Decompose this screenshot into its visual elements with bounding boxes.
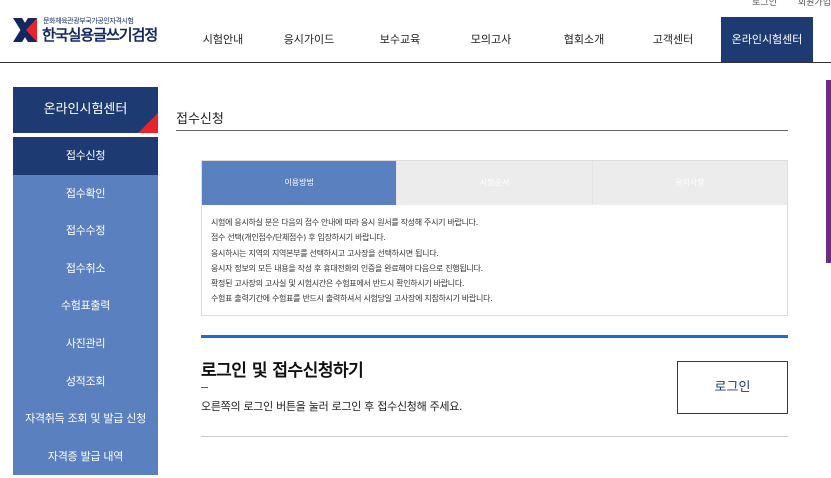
sidebar-menu: 접수신청 접수확인 접수수정 접수취소 수험표출력 사진관리 성적조회 자격취득… [13, 137, 158, 476]
sidebar-item-photo[interactable]: 사진관리 [13, 324, 158, 363]
nav-refresher[interactable]: 보수교육 [372, 17, 428, 62]
sidebar-title-text: 온라인시험센터 [43, 102, 128, 117]
heading-accent [201, 387, 208, 388]
sidebar-item-results[interactable]: 성적조회 [13, 362, 158, 401]
guide-tabs: 이용방법 시험순서 유의사항 [202, 161, 787, 205]
nav-support[interactable]: 고객센터 [645, 17, 701, 62]
tab-precautions[interactable]: 유의사항 [591, 161, 787, 205]
logo-title: 한국실용글쓰기검정 [42, 26, 158, 44]
logo-mark-icon [13, 18, 37, 42]
instruction-item: 시험에 응시하실 분은 다음의 접수 안내에 따라 응시 원서를 작성해 주시기… [211, 218, 478, 227]
nav-exam-info[interactable]: 시험안내 [192, 17, 254, 62]
login-link[interactable]: 로그인 [752, 0, 777, 8]
tab-exam-order[interactable]: 시험순서 [396, 161, 592, 205]
instruction-list: 시험에 응시하실 분은 다음의 접수 안내에 따라 응시 원서를 작성해 주시기… [202, 205, 787, 307]
site-logo[interactable]: 문화체육관광부국가공인자격시험 한국실용글쓰기검정 [13, 16, 173, 46]
sidebar-item-confirm[interactable]: 접수확인 [13, 174, 158, 213]
login-description: 오른쪽의 로그인 버튼을 눌러 로그인 후 접수신청해 주세요. [201, 400, 463, 413]
sidebar-item-certificate-request[interactable]: 자격취득 조회 및 발급 신청 [13, 400, 158, 438]
guide-tab-panel: 이용방법 시험순서 유의사항 시험에 응시하실 분은 다음의 접수 안내에 따라… [201, 160, 788, 316]
instruction-item: 응시자 정보의 모든 내용을 작성 후 휴대전화의 인증을 완료해야 다음으로 … [211, 263, 483, 273]
corner-accent [138, 113, 158, 133]
sidebar-title: 온라인시험센터 [13, 87, 158, 133]
login-button[interactable]: 로그인 [677, 361, 788, 414]
page-title: 접수신청 [176, 112, 224, 127]
sidebar-item-certificate-history[interactable]: 자격증 발급 내역 [13, 437, 158, 476]
instruction-item: 확정된 고사장의 고사실 및 시험시간은 수험표에서 반드시 확인하시기 바랍니… [211, 279, 465, 289]
title-divider [176, 130, 788, 131]
utility-links: 로그인 회원가입 [734, 0, 831, 8]
signup-link[interactable]: 회원가입 [798, 0, 831, 8]
login-section: 로그인 및 접수신청하기 오른쪽의 로그인 버튼을 눌러 로그인 후 접수신청해… [201, 335, 788, 437]
login-heading: 로그인 및 접수신청하기 [201, 361, 364, 381]
instruction-item: 접수 선택(개인접수/단체접수) 후 입장하시기 바랍니다. [211, 233, 386, 243]
sidebar-item-apply[interactable]: 접수신청 [13, 137, 158, 175]
site-header: 로그인 회원가입 문화체육관광부국가공인자격시험 한국실용글쓰기검정 시험안내 … [0, 0, 831, 63]
tab-how-to-use[interactable]: 이용방법 [202, 161, 397, 205]
edge-banner [826, 80, 831, 263]
nav-exam-guide[interactable]: 응시가이드 [276, 17, 342, 62]
instruction-item: 응시하시는 지역의 지역본부를 선택하시고 고사장을 선택하시면 됩니다. [211, 248, 439, 258]
sidebar-item-cancel[interactable]: 접수취소 [13, 249, 158, 288]
sidebar-item-modify[interactable]: 접수수정 [13, 212, 158, 250]
nav-online-center[interactable]: 온라인시험센터 [721, 17, 813, 62]
nav-about[interactable]: 협회소개 [556, 17, 612, 62]
nav-mock-exam[interactable]: 모의고사 [463, 17, 519, 62]
sidebar-item-admission-ticket[interactable]: 수험표출력 [13, 287, 158, 325]
instruction-item: 수험표 출력기간에 수험표를 반드시 출력하셔서 시험당일 고사장에 지참하시기… [211, 294, 493, 304]
